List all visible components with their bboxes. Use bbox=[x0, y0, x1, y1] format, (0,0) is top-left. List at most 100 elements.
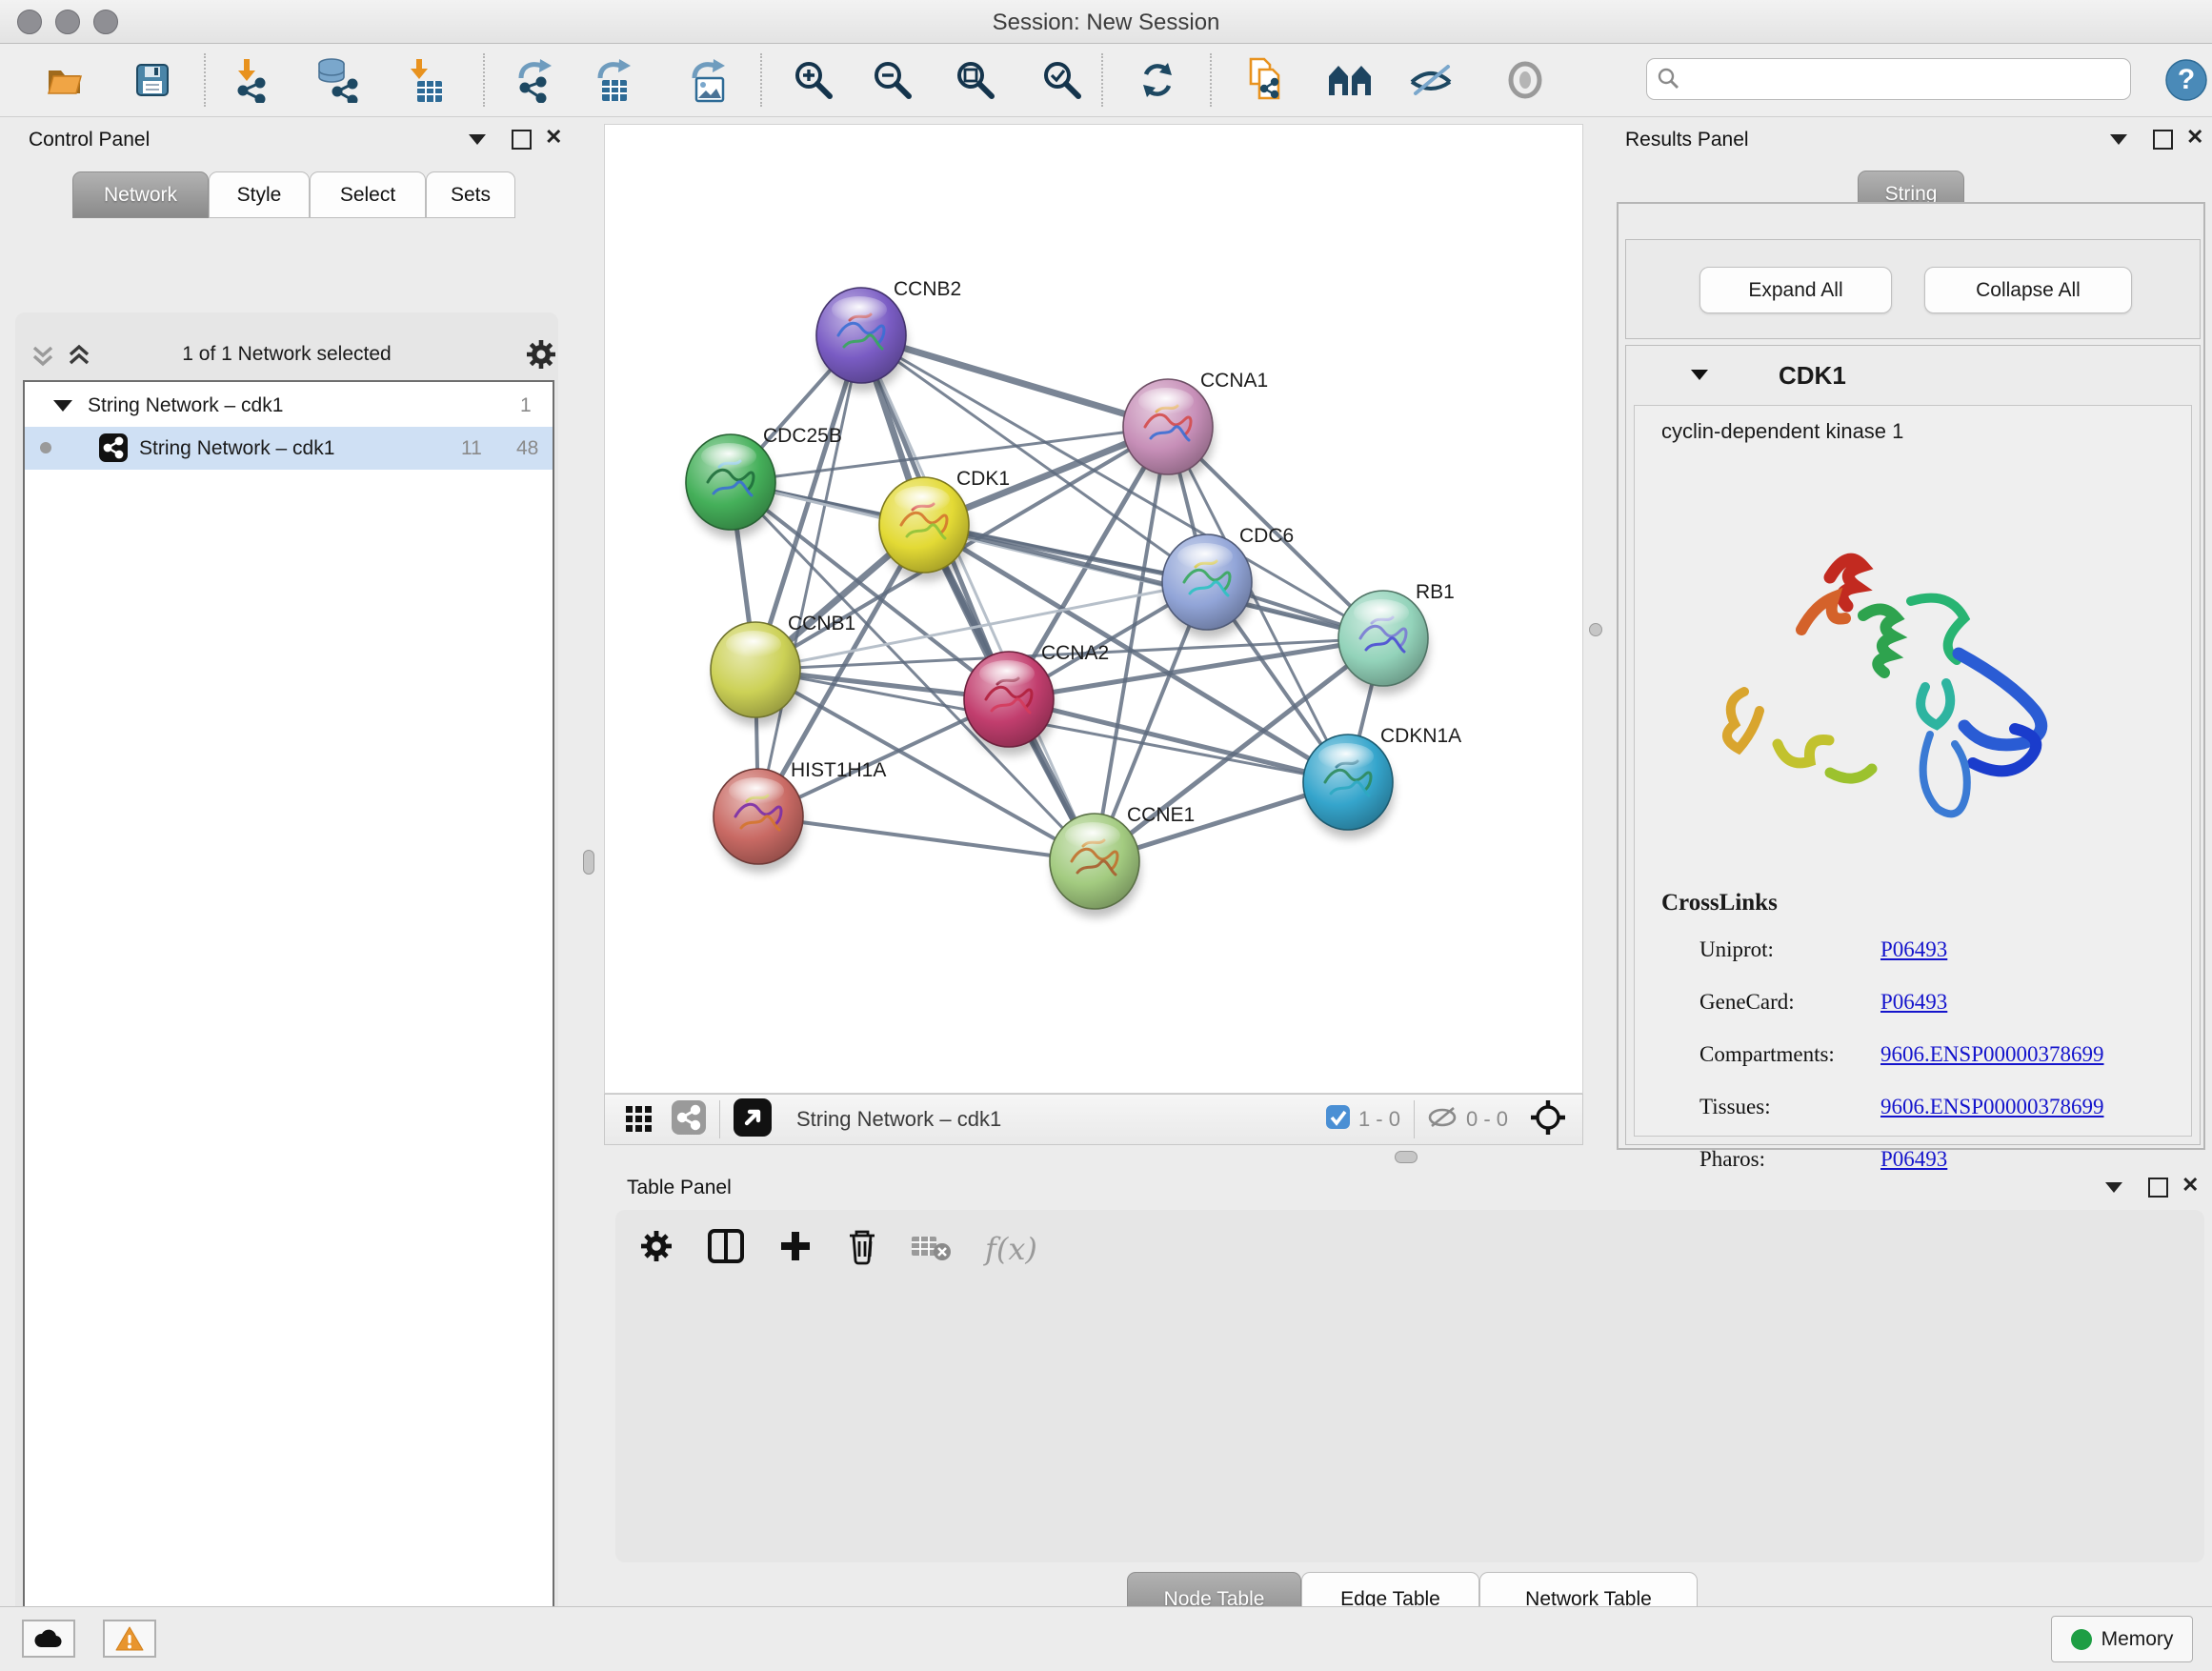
zoom-in-icon[interactable] bbox=[787, 55, 840, 105]
control-panel-float-icon[interactable] bbox=[512, 130, 532, 150]
control-panel-title: Control Panel bbox=[29, 129, 150, 151]
expand-all-button[interactable]: Expand All bbox=[1699, 267, 1892, 313]
show-columns-icon[interactable] bbox=[707, 1228, 745, 1269]
collapse-all-button[interactable]: Collapse All bbox=[1924, 267, 2132, 313]
results-panel-close-icon[interactable]: ✕ bbox=[2186, 125, 2203, 150]
node-CCNB1[interactable] bbox=[711, 622, 801, 726]
apply-preferred-layout-icon[interactable] bbox=[1131, 55, 1184, 105]
control-panel-tabs: Network Style Select Sets bbox=[72, 171, 515, 218]
help-icon[interactable]: ? bbox=[2160, 55, 2212, 105]
tab-sets[interactable]: Sets bbox=[426, 171, 515, 218]
edge-CDK1-RB1[interactable] bbox=[924, 525, 1383, 638]
crosslink-row: GeneCard: P06493 bbox=[1635, 980, 2191, 1033]
toolbar-separator bbox=[760, 53, 762, 107]
crosslink-label: GeneCard: bbox=[1699, 990, 1795, 1015]
selected-counts: 1 - 0 bbox=[1358, 1107, 1400, 1132]
control-panel-close-icon[interactable]: ✕ bbox=[545, 125, 562, 150]
collection-expand-icon[interactable] bbox=[53, 400, 72, 412]
network-canvas[interactable]: CCNB2CCNA1CDC25BCDK1CDC6RB1CCNB1CCNA2CDK… bbox=[604, 124, 1583, 1094]
crosslink-label: Compartments: bbox=[1699, 1042, 1835, 1067]
birdseye-view-icon[interactable] bbox=[734, 1098, 772, 1141]
node-RB1[interactable] bbox=[1338, 591, 1429, 695]
warnings-button[interactable] bbox=[103, 1620, 156, 1658]
tab-select[interactable]: Select bbox=[310, 171, 426, 218]
hidden-eye-icon[interactable] bbox=[1428, 1106, 1458, 1134]
network-list-gear-icon[interactable] bbox=[524, 337, 558, 376]
node-label-CCNA2: CCNA2 bbox=[1041, 642, 1109, 664]
bottom-splitter-handle[interactable] bbox=[1395, 1151, 1418, 1163]
crosslink-link[interactable]: 9606.ENSP00000378699 bbox=[1880, 1095, 2104, 1119]
zoom-selected-icon[interactable] bbox=[1036, 55, 1089, 105]
control-panel-float-menu-icon[interactable] bbox=[469, 134, 486, 145]
warning-icon bbox=[114, 1625, 145, 1652]
gene-section-header[interactable]: CDK1 bbox=[1626, 346, 2200, 405]
results-panel-float-icon[interactable] bbox=[2153, 130, 2173, 150]
grid-view-icon[interactable] bbox=[624, 1102, 654, 1137]
zoom-fit-content-icon[interactable] bbox=[949, 55, 1002, 105]
current-network-dot bbox=[40, 442, 51, 453]
edge-CCNB2-HIST1H1A[interactable] bbox=[758, 335, 861, 816]
first-neighbors-icon[interactable] bbox=[1324, 55, 1377, 105]
export-image-icon[interactable] bbox=[683, 55, 736, 105]
delete-column-icon[interactable] bbox=[846, 1227, 878, 1270]
node-label-CDK1: CDK1 bbox=[956, 468, 1010, 490]
network-collection-row[interactable]: String Network – cdk1 1 bbox=[25, 384, 553, 427]
tab-network[interactable]: Network bbox=[72, 171, 209, 218]
export-network-icon[interactable] bbox=[510, 55, 563, 105]
crosslink-link[interactable]: P06493 bbox=[1880, 990, 1947, 1015]
selected-checkbox-icon[interactable] bbox=[1325, 1104, 1351, 1135]
network-row-selected[interactable]: String Network – cdk1 11 48 bbox=[25, 427, 553, 470]
table-panel-float-menu-icon[interactable] bbox=[2105, 1182, 2122, 1193]
right-splitter-handle[interactable] bbox=[1589, 623, 1602, 636]
node-label-CCNE1: CCNE1 bbox=[1127, 804, 1195, 826]
table-toolbar: f(x) bbox=[638, 1227, 1037, 1270]
crosslink-link[interactable]: 9606.ENSP00000378699 bbox=[1880, 1042, 2104, 1067]
hide-selected-icon[interactable] bbox=[1404, 55, 1458, 105]
left-splitter-handle[interactable] bbox=[583, 850, 594, 875]
node-CCNA1[interactable] bbox=[1123, 379, 1214, 483]
node-CDK1[interactable] bbox=[879, 477, 970, 581]
node-label-CCNA1: CCNA1 bbox=[1200, 370, 1268, 392]
gene-collapse-icon[interactable] bbox=[1691, 370, 1708, 380]
memory-button[interactable]: Memory bbox=[2051, 1616, 2193, 1662]
results-panel-float-menu-icon[interactable] bbox=[2110, 134, 2127, 145]
results-actions-box: Expand All Collapse All bbox=[1625, 239, 2201, 339]
node-CDC6[interactable] bbox=[1162, 534, 1253, 638]
edges bbox=[731, 335, 1383, 861]
network-view-share-icon[interactable] bbox=[672, 1100, 706, 1139]
search-input[interactable] bbox=[1681, 68, 2104, 91]
save-session-icon[interactable] bbox=[126, 55, 179, 105]
node-CDC25B[interactable] bbox=[686, 434, 776, 538]
edge-CCNB2-CCNE1[interactable] bbox=[861, 335, 1095, 861]
node-HIST1H1A[interactable] bbox=[714, 769, 804, 873]
function-builder-icon[interactable]: f(x) bbox=[985, 1231, 1037, 1267]
table-gear-icon[interactable] bbox=[638, 1228, 674, 1269]
edge-HIST1H1A-CCNE1[interactable] bbox=[758, 816, 1095, 861]
clone-network-icon[interactable] bbox=[1241, 55, 1295, 105]
string-results-container: Expand All Collapse All CDK1 cyclin-depe… bbox=[1617, 202, 2205, 1150]
automation-status-button[interactable] bbox=[22, 1620, 75, 1658]
gene-symbol: CDK1 bbox=[1779, 361, 1846, 391]
delete-table-icon[interactable] bbox=[911, 1231, 953, 1266]
window-title: Session: New Session bbox=[0, 10, 2212, 36]
node-CCNB2[interactable] bbox=[816, 288, 907, 392]
table-panel-title: Table Panel bbox=[627, 1177, 732, 1199]
export-table-icon[interactable] bbox=[589, 55, 642, 105]
node-CDKN1A[interactable] bbox=[1303, 735, 1394, 838]
import-network-from-database-icon[interactable] bbox=[309, 55, 362, 105]
node-label-CDC25B: CDC25B bbox=[763, 425, 842, 447]
node-CCNE1[interactable] bbox=[1050, 814, 1140, 917]
add-column-icon[interactable] bbox=[777, 1228, 814, 1269]
zoom-out-icon[interactable] bbox=[866, 55, 919, 105]
import-table-from-file-icon[interactable] bbox=[398, 55, 452, 105]
show-all-icon[interactable] bbox=[1498, 55, 1552, 105]
fit-selected-crosshair-icon[interactable] bbox=[1529, 1098, 1567, 1141]
table-panel-close-icon[interactable]: ✕ bbox=[2182, 1173, 2199, 1198]
import-network-from-file-icon[interactable] bbox=[226, 55, 279, 105]
table-panel-float-icon[interactable] bbox=[2148, 1178, 2168, 1198]
open-session-icon[interactable] bbox=[38, 55, 91, 105]
edge-CCNB2-CCNA1[interactable] bbox=[861, 335, 1168, 427]
crosslink-row: Compartments: 9606.ENSP00000378699 bbox=[1635, 1033, 2191, 1085]
crosslink-link[interactable]: P06493 bbox=[1880, 937, 1947, 962]
tab-style[interactable]: Style bbox=[209, 171, 310, 218]
